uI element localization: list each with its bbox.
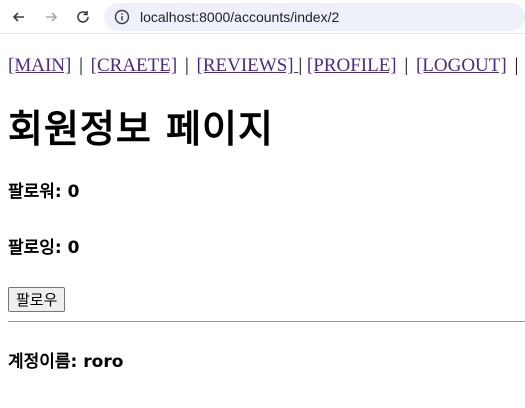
- nav-separator: |: [184, 55, 189, 76]
- nav-link-create[interactable]: [CRAETE]: [91, 55, 178, 76]
- follow-button[interactable]: 팔로우: [8, 287, 66, 312]
- nav-link-main[interactable]: [MAIN]: [8, 55, 71, 76]
- nav-link-logout[interactable]: [LOGOUT]: [416, 55, 507, 76]
- info-icon[interactable]: [114, 9, 130, 25]
- nav-link-profile[interactable]: [PROFILE]: [307, 55, 397, 76]
- followers-count: 팔로워: 0: [8, 182, 80, 202]
- browser-toolbar: localhost:8000/accounts/index/2: [0, 0, 525, 34]
- nav-link-reviews[interactable]: [REVIEWS]: [197, 55, 299, 76]
- url-text[interactable]: localhost:8000/accounts/index/2: [140, 9, 339, 25]
- nav-separator: |: [514, 55, 519, 76]
- forward-button[interactable]: [38, 4, 64, 30]
- nav-separator: |: [298, 55, 303, 76]
- top-nav: [MAIN] | [CRAETE] | [REVIEWS] | [PROFILE…: [8, 55, 519, 77]
- reload-icon: [77, 10, 89, 23]
- reload-button[interactable]: [70, 4, 96, 30]
- back-button[interactable]: [6, 4, 32, 30]
- following-count: 팔로잉: 0: [8, 238, 80, 258]
- back-arrow-icon: [12, 11, 24, 22]
- address-bar[interactable]: localhost:8000/accounts/index/2: [104, 2, 525, 31]
- divider: [8, 321, 525, 322]
- account-name: 계정이름: roro: [8, 352, 124, 372]
- forward-arrow-icon: [46, 11, 58, 22]
- page-content: [MAIN] | [CRAETE] | [REVIEWS] | [PROFILE…: [0, 55, 525, 372]
- page-title: 회원정보 페이지: [8, 107, 274, 151]
- nav-separator: |: [79, 55, 83, 76]
- nav-separator: |: [404, 55, 409, 76]
